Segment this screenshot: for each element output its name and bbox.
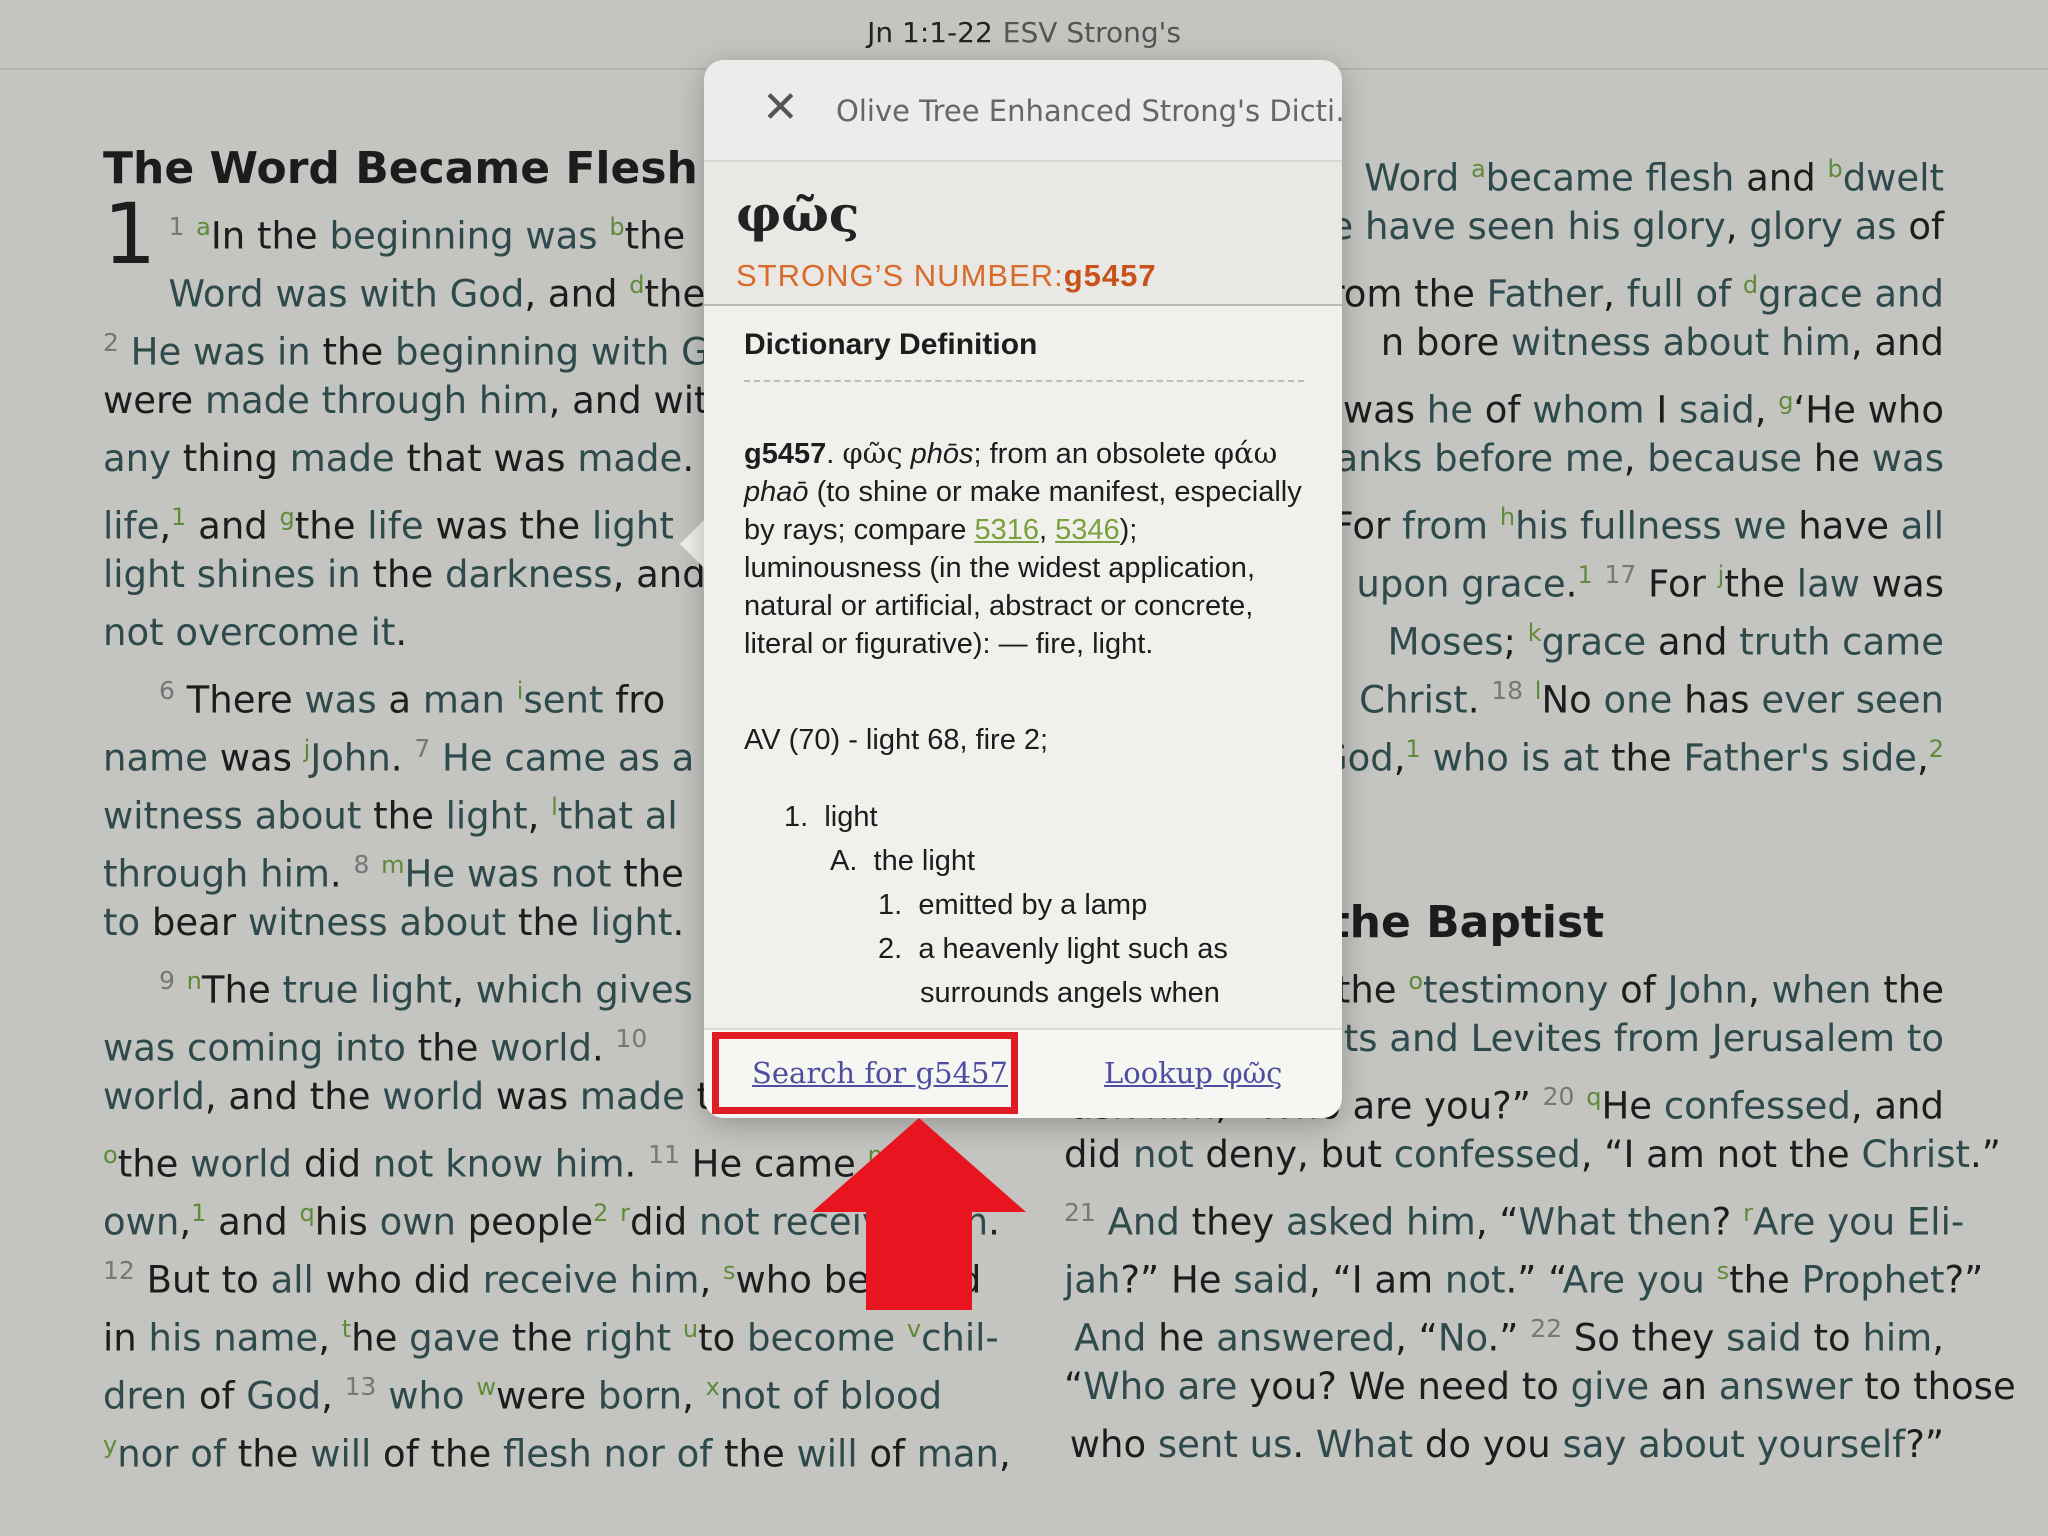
lookup-link[interactable]: Lookup φῶς bbox=[1104, 1056, 1282, 1090]
greek-word: φῶς bbox=[736, 184, 860, 243]
definition-word: φῶς bbox=[842, 436, 903, 470]
verse-line: 21 And they asked him, “What then? rAre … bbox=[1064, 1198, 1965, 1244]
arrow-up-icon bbox=[812, 1118, 1026, 1310]
strongs-value: g5457 bbox=[1063, 258, 1157, 293]
definition-paragraph: g5457. φῶς phōs; from an obsolete φάω ph… bbox=[744, 436, 1302, 660]
popup-pointer bbox=[680, 518, 706, 570]
definition-outline: 1. light A. the light 1. emitted by a la… bbox=[744, 795, 1304, 1015]
definition-transliteration: phōs bbox=[910, 438, 974, 470]
definition-id: g5457 bbox=[744, 438, 827, 470]
bible-version: ESV Strong's bbox=[1002, 16, 1181, 49]
definition-root: φάω bbox=[1213, 436, 1278, 470]
outline-item: 2. a heavenly light such as bbox=[878, 933, 1228, 965]
verse-line: did not deny, but confessed, “I am not t… bbox=[1064, 1133, 2001, 1176]
verse-line: who sent us. What do you say about yours… bbox=[1069, 1423, 1944, 1466]
definition-root-transliteration: phaō bbox=[744, 476, 809, 508]
outline-item: 1. emitted by a lamp bbox=[878, 889, 1148, 921]
passage-title[interactable]: Jn 1:1-22 ESV Strong's bbox=[0, 16, 2048, 49]
outline-item: A. the light bbox=[830, 845, 976, 877]
verse-line: “Who are you? We need to give an answer … bbox=[1064, 1365, 2016, 1408]
definition-text-1: ; from an obsolete bbox=[973, 438, 1206, 470]
verse-line: And he answered, “No.” 22 So they said t… bbox=[1074, 1314, 1944, 1360]
passage-reference: Jn 1:1-22 bbox=[867, 16, 993, 49]
definition-heading: Dictionary Definition bbox=[744, 326, 1304, 382]
av-usage: AV (70) - light 68, fire 2; bbox=[744, 724, 1049, 756]
strongs-label: STRONG’S NUMBER: bbox=[736, 258, 1064, 293]
verse-line: ynor of the will of the flesh nor of the… bbox=[103, 1431, 1011, 1476]
link-5316[interactable]: 5316 bbox=[974, 514, 1039, 546]
outline-item: surrounds angels when bbox=[920, 977, 1220, 1009]
dictionary-content: Dictionary Definition g5457. φῶς phōs; f… bbox=[744, 326, 1304, 1015]
verse-line: dren of God, 13 who wwere born, xnot of … bbox=[103, 1372, 943, 1418]
chapter-number: 1 bbox=[103, 185, 157, 283]
word-header: φῶς STRONG’S NUMBER:g5457 bbox=[704, 162, 1342, 306]
outline-item: 1. light bbox=[784, 801, 878, 833]
link-5346[interactable]: 5346 bbox=[1055, 514, 1120, 546]
verse-line: jah?” He said, “I am not.” “Are you sthe… bbox=[1064, 1257, 1984, 1302]
popup-title: Olive Tree Enhanced Strong's Dicti… bbox=[836, 94, 1342, 128]
dictionary-popup: ✕ Olive Tree Enhanced Strong's Dicti… φῶ… bbox=[704, 60, 1342, 1118]
highlight-box bbox=[712, 1032, 1018, 1114]
popup-header: ✕ Olive Tree Enhanced Strong's Dicti… bbox=[704, 60, 1342, 162]
close-icon[interactable]: ✕ bbox=[762, 86, 799, 130]
strongs-number: STRONG’S NUMBER:g5457 bbox=[736, 258, 1157, 294]
